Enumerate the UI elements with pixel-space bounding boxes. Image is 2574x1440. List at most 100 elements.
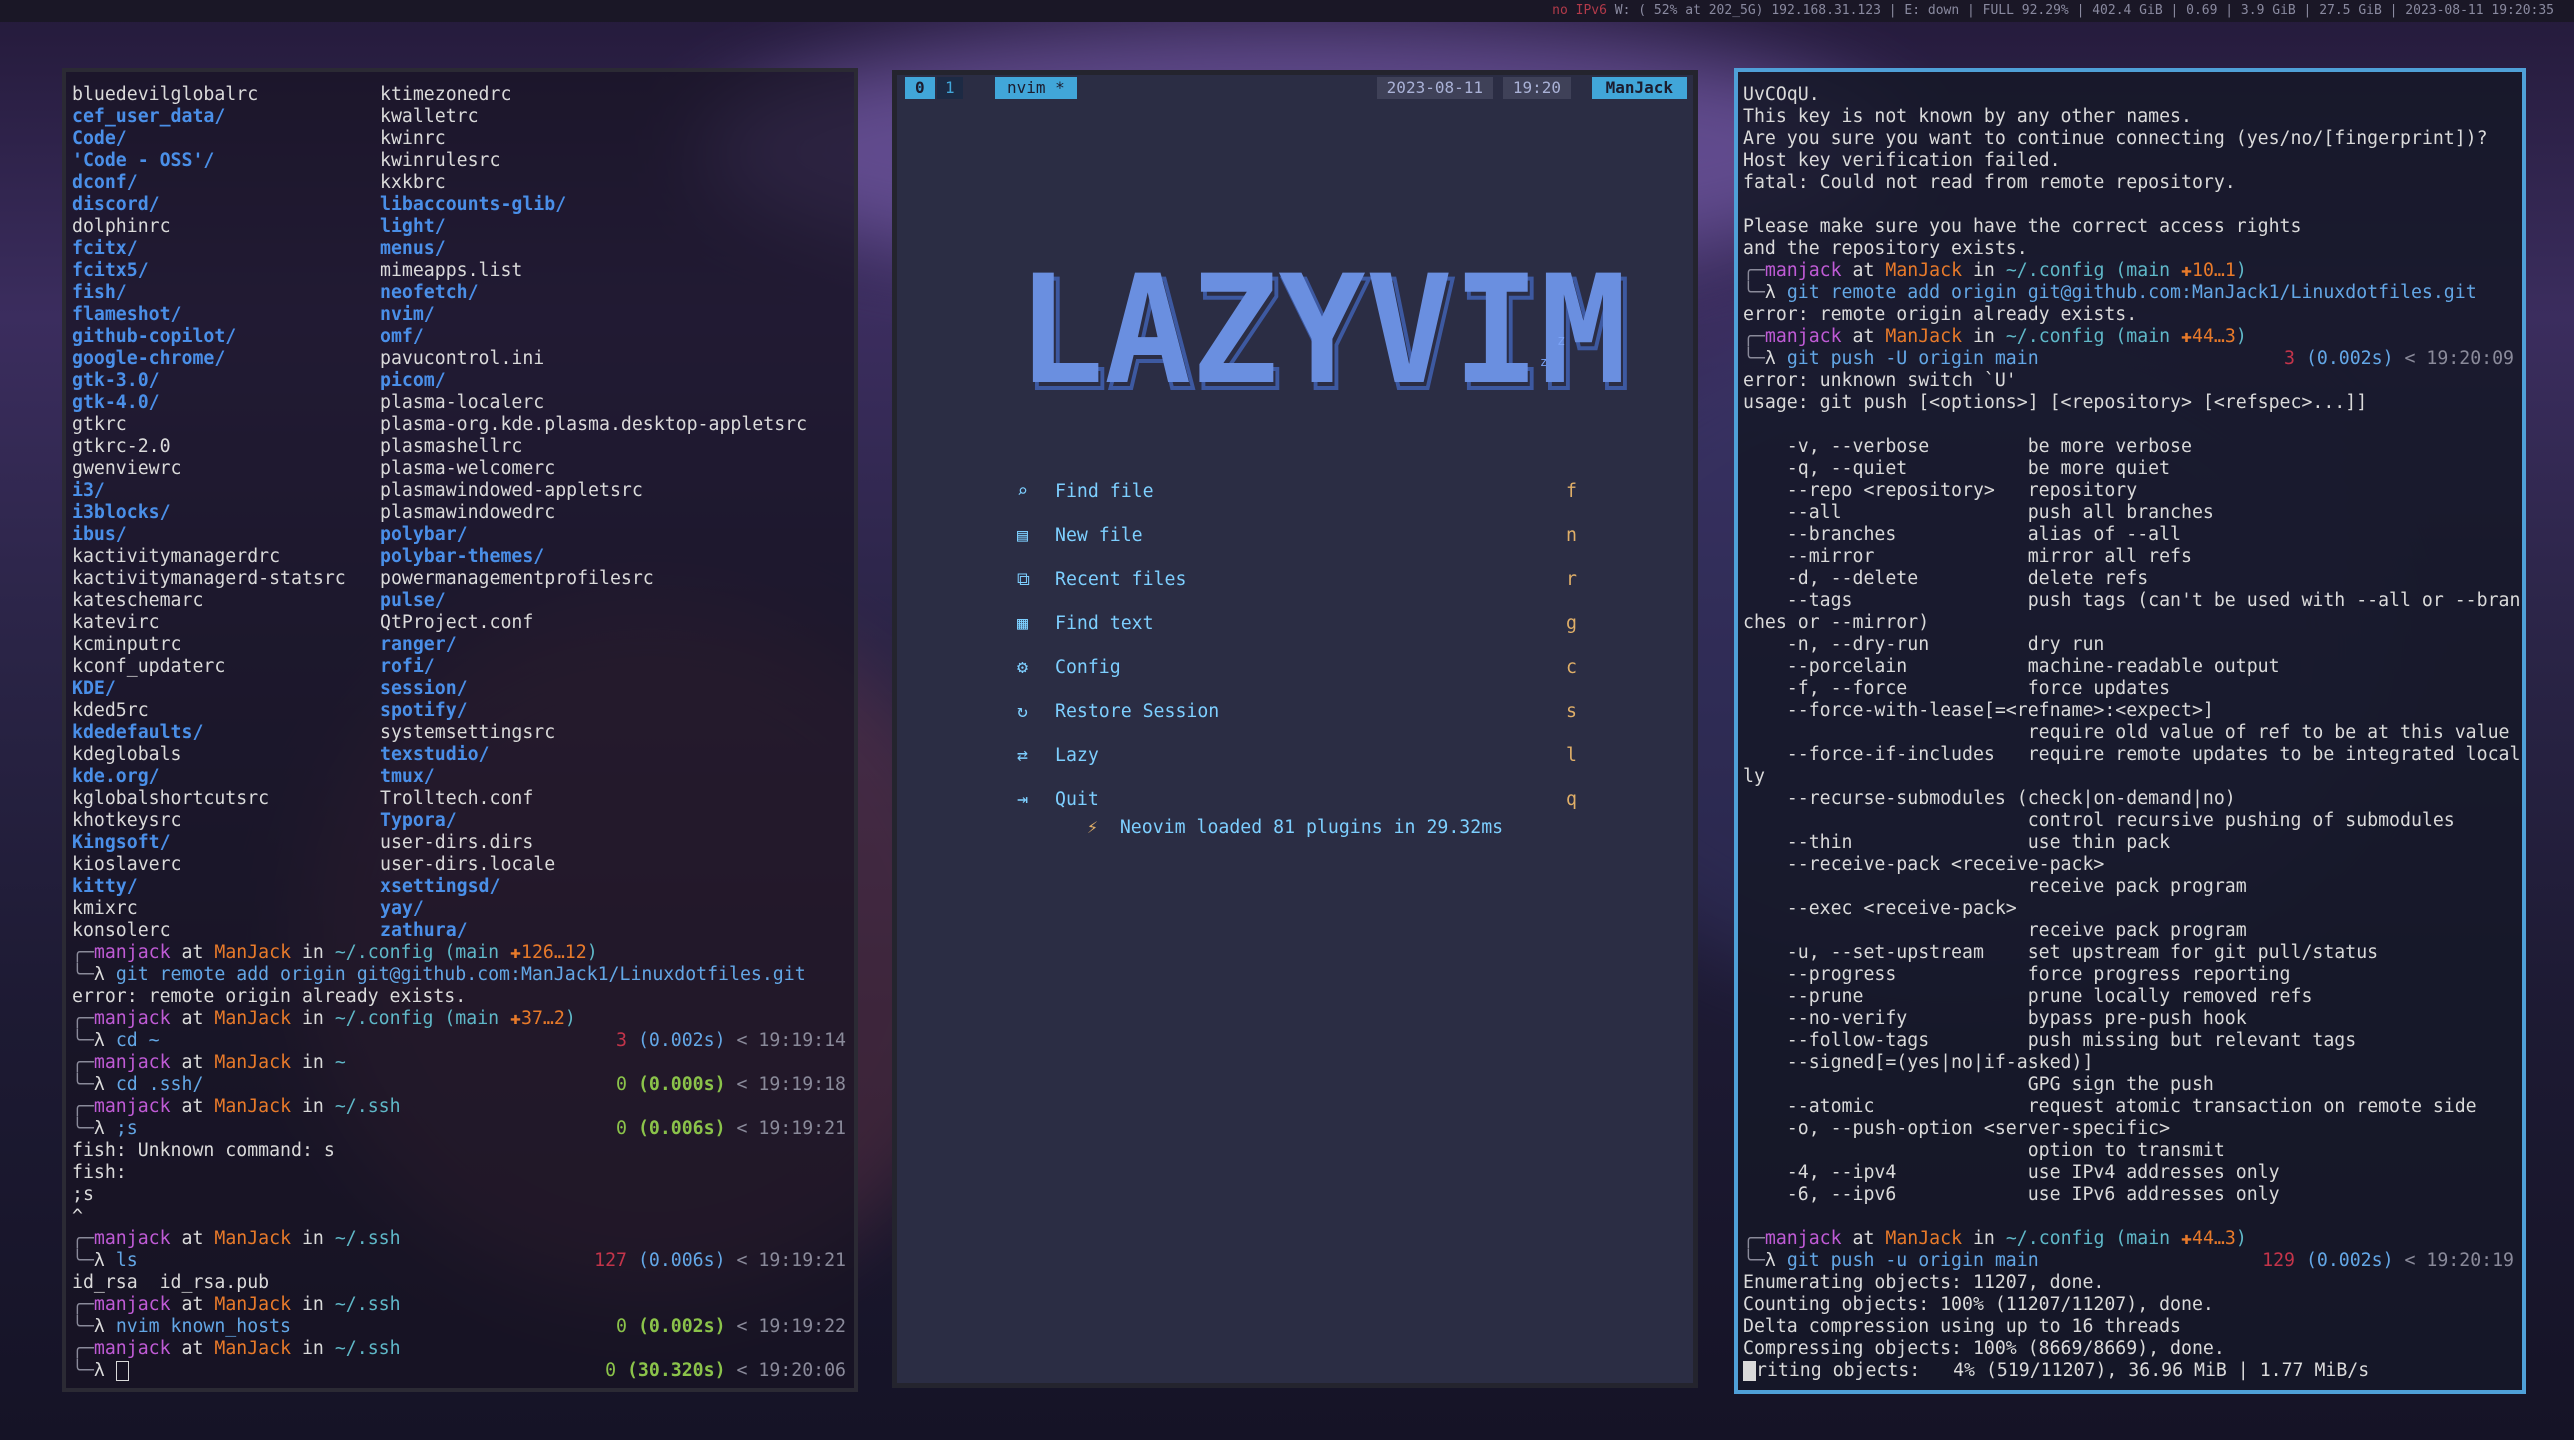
exit-code: 0: [616, 1118, 627, 1139]
terminal-line: --follow-tags push missing but relevant …: [1743, 1030, 2518, 1052]
nvim-window[interactable]: 0 1 nvim * 2023-08-11 19:20 ManJack LAZY…: [892, 70, 1698, 1388]
left-terminal-window[interactable]: bluedevilglobalrc ktimezonedrc cef_user_da…: [62, 68, 858, 1392]
file-entry: kcminputrc: [72, 634, 182, 655]
output-text: GPG sign the push: [1743, 1074, 2214, 1095]
dashboard-item-restore-session[interactable]: ↻ Restore Session s: [1017, 690, 1577, 734]
output-text: --receive-pack <receive-pack>: [1743, 854, 2105, 875]
output-text: --signed[=(yes|no|if-asked)]: [1743, 1052, 2094, 1073]
dashboard-item-new-file[interactable]: ▤ New file n: [1017, 514, 1577, 558]
terminal-cursor[interactable]: [1743, 1361, 1756, 1381]
directory-listing-row: kde.org/tmux/: [72, 766, 850, 788]
file-entry: plasmawindowedrc: [380, 502, 556, 523]
directory-entry: discord/: [72, 194, 160, 215]
git-status: ✚44…3: [2181, 326, 2236, 347]
prompt-lambda: λ: [93, 1316, 105, 1337]
terminal-line: -u, --set-upstream set upstream for git …: [1743, 942, 2518, 964]
terminal-line: --recurse-submodules (check|on-demand|no…: [1743, 788, 2518, 810]
prompt-host: ManJack: [1885, 260, 1963, 281]
command-status: 0 (0.006s) < 19:19:21: [616, 1118, 846, 1140]
prompt-corner: ╭─: [72, 1052, 94, 1073]
prompt-corner: ╰─: [72, 1118, 94, 1139]
output-text: require old value of ref to be at this v…: [1743, 722, 2510, 743]
terminal-line: ╭─manjack at ManJack in ~/.config (main …: [1743, 326, 2518, 348]
terminal-line: --progress force progress reporting: [1743, 964, 2518, 986]
prompt-user: manjack: [93, 1338, 171, 1359]
output-text: --branches alias of --all: [1743, 524, 2181, 545]
git-branch: (main: [444, 942, 511, 963]
dashboard-item-find-file[interactable]: ⌕ Find file f: [1017, 470, 1577, 514]
output-text: fish:: [72, 1162, 127, 1183]
dashboard-item-recent-files[interactable]: ⧉ Recent files r: [1017, 558, 1577, 602]
duration: (0.006s): [637, 1250, 726, 1271]
prompt-corner: ╰─: [1743, 1250, 1765, 1271]
directory-listing-row: kioslaverc user-dirs.locale: [72, 854, 850, 876]
tab-0[interactable]: 0: [905, 77, 935, 99]
output-text: ^: [72, 1206, 83, 1227]
output-text: --repo <repository> repository: [1743, 480, 2138, 501]
directory-entry: nvim/: [380, 304, 435, 325]
output-text: -d, --delete delete refs: [1743, 568, 2149, 589]
directory-listing-row: kitty/xsettingsd/: [72, 876, 850, 898]
output-text: Enumerating objects: 11207, done.: [1743, 1272, 2105, 1293]
terminal-line: ╭─manjack at ManJack in ~: [72, 1052, 850, 1074]
terminal-line: --porcelain machine-readable output: [1743, 656, 2518, 678]
directory-listing-row: i3blocks/plasmawindowedrc: [72, 502, 850, 524]
terminal-line: --force-if-includes require remote updat…: [1743, 744, 2521, 766]
prompt-in: in: [301, 942, 324, 963]
file-entry: Trolltech.conf: [380, 788, 534, 809]
directory-listing-row: konsolerc zathura/: [72, 920, 850, 942]
directory-entry: gtk-4.0/: [72, 392, 160, 413]
dashboard-item-label: Quit: [1055, 789, 1099, 810]
terminal-line: riting objects: 4% (519/11207), 36.96 Mi…: [1743, 1360, 2518, 1382]
output-text: --all push all branches: [1743, 502, 2214, 523]
terminal-line: require old value of ref to be at this v…: [1743, 722, 2518, 744]
tab-nvim[interactable]: nvim *: [995, 77, 1077, 99]
terminal-line: ╭─manjack at ManJack in ~/.ssh: [72, 1338, 850, 1360]
right-terminal-window[interactable]: UvCOqU. This key is not known by any othe…: [1734, 68, 2526, 1394]
dashboard-item-key: s: [1566, 701, 1577, 722]
terminal-cursor[interactable]: [115, 1361, 129, 1381]
dashboard-item-find-text[interactable]: ▦ Find text g: [1017, 602, 1577, 646]
directory-entry: kde.org/: [72, 766, 160, 787]
output-text: -q, --quiet be more quiet: [1743, 458, 2171, 479]
prompt-at: at: [181, 1228, 204, 1249]
logo-text: LAZYVIM: [1017, 270, 1627, 410]
prompt-host: ManJack: [214, 942, 292, 963]
recent-files-icon: ⧉: [1017, 569, 1030, 590]
directory-listing-row: gtk-4.0/plasma-localerc: [72, 392, 850, 414]
dashboard-item-lazy[interactable]: ⇄ Lazy l: [1017, 734, 1577, 778]
prompt-host: ManJack: [214, 1228, 292, 1249]
command-text: ;s: [115, 1118, 138, 1139]
dashboard-item-key: n: [1566, 525, 1577, 546]
file-entry: kdeglobals: [72, 744, 182, 765]
exit-code: 0: [616, 1074, 627, 1095]
terminal-line: ╰─λ git remote add origin git@github.com…: [1743, 282, 2518, 304]
dashboard-item-config[interactable]: ⚙ Config c: [1017, 646, 1577, 690]
file-icon: ▤: [1017, 525, 1028, 546]
output-text: Counting objects: 100% (11207/11207), do…: [1743, 1294, 2214, 1315]
output-text: -u, --set-upstream set upstream for git …: [1743, 942, 2379, 963]
file-entry: dolphinrc: [72, 216, 171, 237]
terminal-line: --mirror mirror all refs: [1743, 546, 2518, 568]
tab-1[interactable]: 1: [937, 77, 963, 99]
right-terminal-output: UvCOqU. This key is not known by any othe…: [1743, 84, 2521, 1382]
command-status: 0 (0.002s) < 19:19:22: [616, 1316, 846, 1338]
prompt-lambda: λ: [93, 1250, 105, 1271]
prompt-host: ManJack: [1885, 326, 1963, 347]
output-text: receive pack program: [1743, 920, 2247, 941]
prompt-host: ManJack: [214, 1052, 292, 1073]
git-status: ✚44…3: [2181, 1228, 2236, 1249]
search-icon: ⌕: [1017, 481, 1028, 502]
terminal-line: -6, --ipv6 use IPv6 addresses only: [1743, 1184, 2518, 1206]
file-entry: plasma-localerc: [380, 392, 545, 413]
output-text: --follow-tags push missing but relevant …: [1743, 1030, 2357, 1051]
file-entry: kmixrc: [72, 898, 138, 919]
exit-code: 127: [594, 1250, 627, 1271]
find-text-icon: ▦: [1017, 613, 1028, 634]
prompt-path: ~/.ssh: [334, 1294, 401, 1315]
exit-code: 0: [616, 1316, 627, 1337]
dashboard-item-quit[interactable]: ⇥ Quit q: [1017, 778, 1577, 822]
prompt-lambda: λ: [93, 1030, 105, 1051]
duration: (0.002s): [637, 1030, 726, 1051]
prompt-corner: ╰─: [72, 964, 94, 985]
